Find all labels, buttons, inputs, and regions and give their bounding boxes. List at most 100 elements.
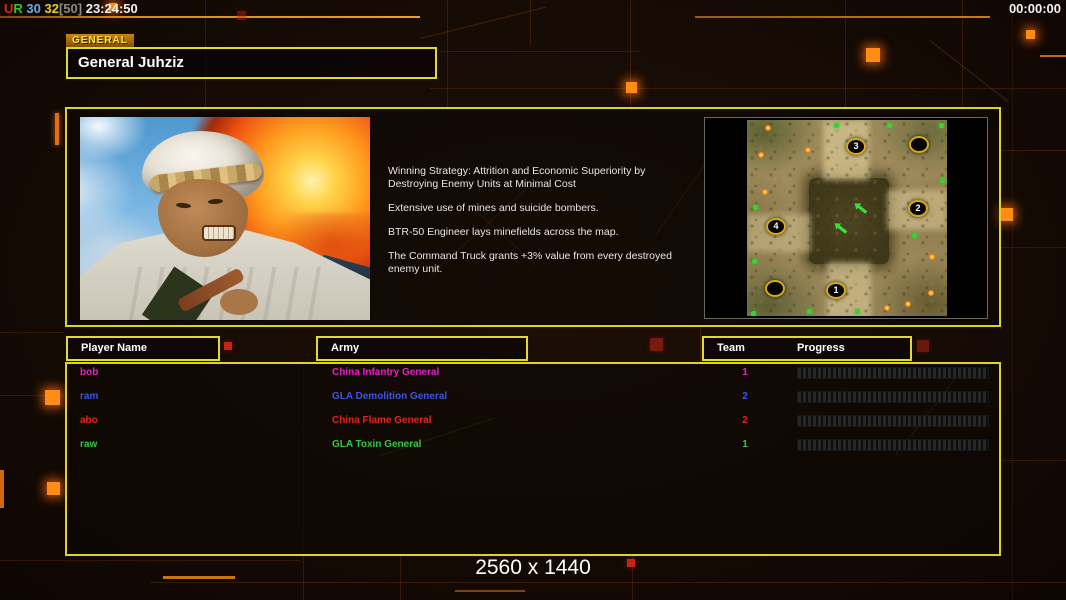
portrait-mouth [202, 225, 236, 241]
circuit-line [1012, 0, 1013, 600]
supply-dot [912, 233, 917, 238]
fire-marker [765, 125, 771, 131]
accent-line [0, 16, 420, 18]
glow-square [866, 48, 880, 62]
map-marker: 2 [908, 200, 928, 217]
accent-line [455, 590, 525, 592]
player-name: raw [80, 439, 97, 450]
accent-line [163, 576, 235, 579]
fire-marker [905, 301, 911, 307]
red-square [237, 11, 246, 20]
header-team: Team [717, 338, 745, 359]
minimap: 3 2 4 1 [747, 120, 947, 316]
accent-line [695, 16, 990, 18]
debug-readout: UR 30 32[50] 23:24:50 [4, 1, 138, 16]
briefing-line: BTR-50 Engineer lays minefields across t… [388, 226, 696, 239]
glow-square [45, 390, 60, 405]
debug-r: R [13, 1, 22, 16]
supply-dot [855, 309, 860, 314]
player-row: ram GLA Demolition General 2 [65, 391, 1001, 405]
glow-square [626, 82, 637, 93]
supply-dot [887, 123, 892, 128]
header-army: Army [316, 336, 528, 361]
briefing-panel: Winning Strategy: Attrition and Economic… [388, 165, 696, 287]
map-marker: 4 [766, 218, 786, 235]
player-name: bob [80, 367, 98, 378]
progress-bar [797, 391, 989, 403]
debug-u: U [4, 1, 13, 16]
glow-square [1026, 30, 1035, 39]
map-marker: 1 [826, 282, 846, 299]
supply-dot [807, 309, 812, 314]
player-team: 1 [735, 367, 755, 378]
fire-marker [929, 254, 935, 260]
progress-bar [797, 415, 989, 427]
minimap-frame: 3 2 4 1 [704, 117, 988, 319]
supply-dot [753, 205, 758, 210]
map-marker [909, 136, 929, 153]
red-square [917, 340, 929, 352]
player-team: 1 [735, 439, 755, 450]
supply-dot [752, 259, 757, 264]
briefing-line: Winning Strategy: Attrition and Economic… [388, 165, 696, 191]
map-marker [765, 280, 785, 297]
briefing-line: The Command Truck grants +3% value from … [388, 250, 696, 276]
fire-marker [884, 305, 890, 311]
circuit-line [929, 40, 1008, 102]
glow-square [47, 482, 60, 495]
player-row: raw GLA Toxin General 1 [65, 439, 1001, 453]
debug-fps: 30 [26, 1, 40, 16]
briefing-line: Extensive use of mines and suicide bombe… [388, 202, 696, 215]
circuit-line [0, 560, 300, 561]
supply-dot [939, 123, 944, 128]
general-name-box: General Juhziz [66, 47, 437, 79]
fire-marker [928, 290, 934, 296]
circuit-line [1001, 150, 1066, 151]
player-army: China Infantry General [332, 367, 439, 378]
debug-v2: 32 [45, 1, 59, 16]
progress-bar [797, 439, 989, 451]
circuit-line [1001, 247, 1066, 248]
accent-line [55, 113, 59, 145]
fire-marker [758, 152, 764, 158]
debug-v3: [50] [59, 1, 82, 16]
player-row: abo China Flame General 2 [65, 415, 1001, 429]
debug-clock: 23:24:50 [86, 1, 138, 16]
accent-line [0, 470, 4, 508]
portrait-hand [220, 289, 258, 315]
resolution-label: 2560 x 1440 [383, 556, 683, 580]
progress-bar [797, 367, 989, 379]
player-name: abo [80, 415, 98, 426]
circuit-line [1001, 460, 1066, 461]
fire-marker [762, 189, 768, 195]
circuit-line [0, 332, 65, 333]
circuit-line [420, 7, 546, 39]
glow-square [1000, 208, 1013, 221]
player-army: China Flame General [332, 415, 431, 426]
header-progress: Progress [797, 338, 845, 359]
circuit-line [530, 0, 531, 46]
general-portrait [80, 117, 370, 320]
player-army: GLA Toxin General [332, 439, 421, 450]
circuit-line [150, 582, 1066, 583]
player-team: 2 [735, 391, 755, 402]
match-timer: 00:00:00 [1009, 1, 1061, 16]
red-square [224, 342, 232, 350]
player-row: bob China Infantry General 1 [65, 367, 1001, 381]
header-player-name: Player Name [66, 336, 220, 361]
supply-dot [751, 311, 756, 316]
circuit-line [430, 88, 1066, 89]
player-team: 2 [735, 415, 755, 426]
supply-dot [834, 123, 839, 128]
supply-dot [940, 178, 945, 183]
accent-line [1040, 55, 1066, 57]
fire-marker [805, 147, 811, 153]
player-army: GLA Demolition General [332, 391, 447, 402]
player-name: ram [80, 391, 98, 402]
header-team-progress: Team Progress [702, 336, 912, 361]
general-tab: GENERAL [66, 34, 134, 47]
map-marker: 3 [846, 138, 866, 155]
red-square [650, 338, 663, 351]
circuit-line [303, 556, 304, 600]
circuit-line [440, 51, 640, 52]
